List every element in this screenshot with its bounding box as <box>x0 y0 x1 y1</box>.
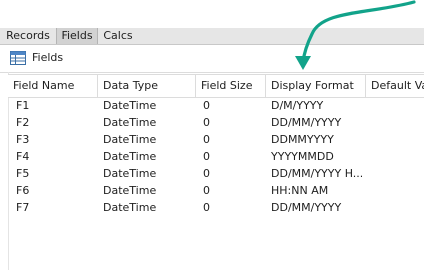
cell-field-name: F1 <box>16 99 30 112</box>
column-header-data-type[interactable]: Data Type <box>98 75 196 97</box>
cell-data-type: DateTime <box>103 116 157 129</box>
table-row[interactable]: F5 DateTime 0 DD/MM/YYYY H... <box>8 165 424 182</box>
tab-records[interactable]: Records <box>2 28 54 44</box>
panel-title: Fields <box>32 51 64 64</box>
cell-field-size: 0 <box>203 150 210 163</box>
cell-field-name: F7 <box>16 201 30 214</box>
table-row[interactable]: F3 DateTime 0 DDMMYYYY <box>8 131 424 148</box>
cell-field-size: 0 <box>203 99 210 112</box>
cell-data-type: DateTime <box>103 133 157 146</box>
cell-field-name: F3 <box>16 133 30 146</box>
cell-field-name: F5 <box>16 167 30 180</box>
cell-field-name: F4 <box>16 150 30 163</box>
cell-display-format: YYYYMMDD <box>271 150 334 163</box>
cell-display-format: DD/MM/YYYY <box>271 201 342 214</box>
table-row[interactable]: F2 DateTime 0 DD/MM/YYYY <box>8 114 424 131</box>
cell-field-size: 0 <box>203 133 210 146</box>
cell-field-size: 0 <box>203 201 210 214</box>
cell-field-size: 0 <box>203 167 210 180</box>
cell-display-format: D/M/YYYY <box>271 99 324 112</box>
fields-grid: Field Name Data Type Field Size Display … <box>0 72 424 270</box>
cell-field-name: F2 <box>16 116 30 129</box>
cell-field-name: F6 <box>16 184 30 197</box>
tab-fields[interactable]: Fields <box>56 28 98 44</box>
tab-strip: Records Fields Calcs <box>0 28 424 45</box>
grid-header: Field Name Data Type Field Size Display … <box>8 74 424 98</box>
column-header-field-size[interactable]: Field Size <box>196 75 266 97</box>
table-icon <box>10 51 26 65</box>
table-row[interactable]: F1 DateTime 0 D/M/YYYY <box>8 97 424 114</box>
tab-calcs[interactable]: Calcs <box>98 28 138 44</box>
table-row[interactable]: F7 DateTime 0 DD/MM/YYYY <box>8 199 424 216</box>
cell-data-type: DateTime <box>103 201 157 214</box>
cell-display-format: HH:NN AM <box>271 184 329 197</box>
column-header-field-name[interactable]: Field Name <box>8 75 98 97</box>
table-row[interactable]: F6 DateTime 0 HH:NN AM <box>8 182 424 199</box>
cell-data-type: DateTime <box>103 167 157 180</box>
table-row[interactable]: F4 DateTime 0 YYYYMMDD <box>8 148 424 165</box>
cell-display-format: DD/MM/YYYY H... <box>271 167 362 180</box>
cell-field-size: 0 <box>203 184 210 197</box>
cell-data-type: DateTime <box>103 184 157 197</box>
panel-header: Fields <box>0 45 424 73</box>
cell-data-type: DateTime <box>103 150 157 163</box>
top-blank-area <box>0 0 424 28</box>
cell-field-size: 0 <box>203 116 210 129</box>
grid-rows: F1 DateTime 0 D/M/YYYY F2 DateTime 0 DD/MM/YYYY… <box>8 97 424 216</box>
cell-data-type: DateTime <box>103 99 157 112</box>
cell-display-format: DDMMYYYY <box>271 133 334 146</box>
column-header-default-value[interactable]: Default Val <box>366 75 424 97</box>
column-header-display-format[interactable]: Display Format <box>266 75 366 97</box>
cell-display-format: DD/MM/YYYY <box>271 116 342 129</box>
